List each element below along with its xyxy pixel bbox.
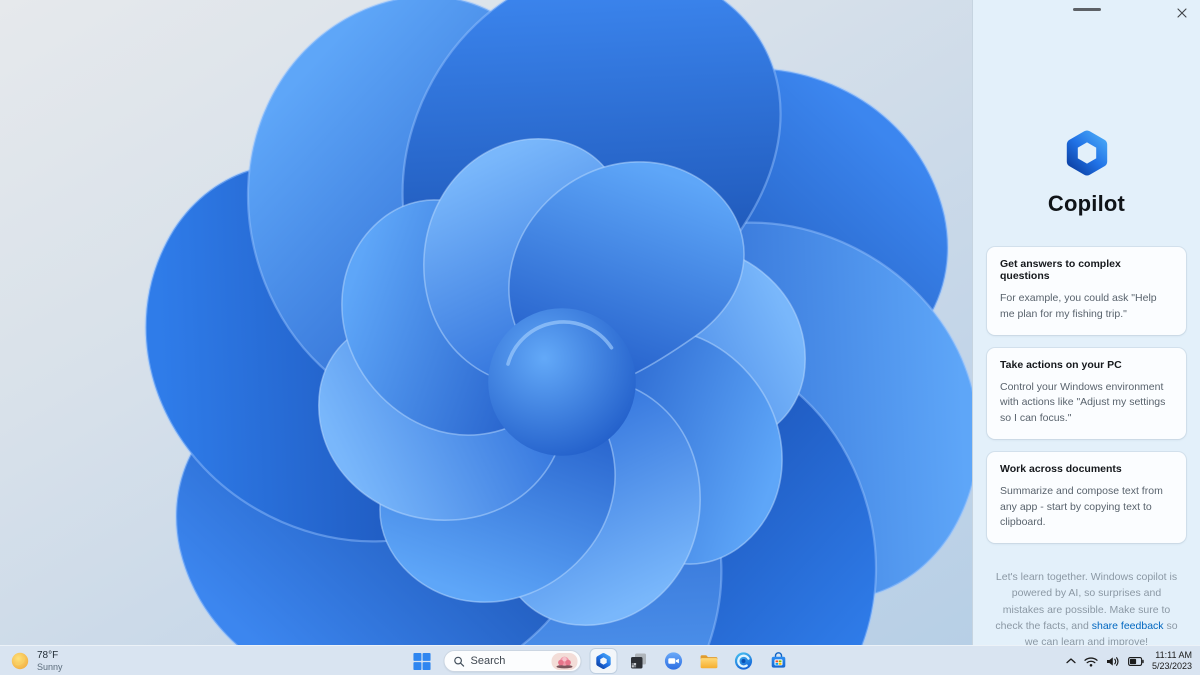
close-icon [1177, 8, 1187, 18]
file-explorer-icon [700, 654, 717, 668]
weather-condition: Sunny [37, 661, 63, 672]
search-label: Search [470, 655, 506, 667]
taskbar: 78°F Sunny Search 11:11 AM 5/23/2023 [0, 645, 1200, 675]
weather-temperature: 78°F [37, 650, 59, 662]
clock[interactable]: 11:11 AM 5/23/2023 [1152, 650, 1192, 673]
taskbar-chat-button[interactable] [661, 649, 687, 673]
taskbar-center: Search [409, 646, 792, 675]
card-body: Control your Windows environment with ac… [1000, 380, 1166, 425]
taskbar-file-explorer-button[interactable] [696, 649, 722, 673]
desktop-wallpaper [0, 0, 972, 645]
close-button[interactable] [1173, 4, 1191, 22]
chevron-up-icon [1066, 658, 1076, 664]
search-highlight-image [551, 652, 578, 670]
drag-handle[interactable] [1072, 8, 1101, 11]
panel-title: Copilot [1047, 191, 1126, 216]
start-button[interactable] [409, 649, 435, 673]
windows-logo-icon [412, 652, 431, 670]
tray-volume-button[interactable] [1106, 656, 1120, 667]
card-work-documents[interactable]: Work across documents Summarize and comp… [987, 451, 1186, 543]
copilot-panel: Copilot Get answers to complex questions… [972, 0, 1200, 675]
share-feedback-link[interactable]: share feedback [1092, 620, 1164, 632]
weather-widget[interactable]: 78°F Sunny [10, 646, 63, 675]
taskbar-copilot-button[interactable] [590, 649, 617, 673]
card-complex-questions[interactable]: Get answers to complex questions For exa… [987, 247, 1186, 335]
sun-icon [11, 652, 29, 670]
copilot-panel-header [973, 0, 1200, 26]
card-take-actions[interactable]: Take actions on your PC Control your Win… [987, 347, 1186, 439]
task-view-icon [631, 653, 646, 669]
chat-icon [664, 652, 683, 670]
weather-text: 78°F Sunny [37, 650, 63, 672]
suggestion-cards: Get answers to complex questions For exa… [973, 247, 1200, 543]
edge-icon [734, 652, 753, 670]
tray-overflow-button[interactable] [1066, 658, 1076, 664]
copilot-branding: Copilot [973, 126, 1200, 217]
card-body: Summarize and compose text from any app … [1000, 484, 1163, 529]
battery-icon [1128, 656, 1144, 666]
taskbar-store-button[interactable] [766, 649, 792, 673]
date-text: 5/23/2023 [1151, 661, 1192, 671]
card-body: For example, you could ask "Help me plan… [1000, 292, 1157, 320]
taskbar-edge-button[interactable] [731, 649, 757, 673]
microsoft-store-icon [771, 652, 786, 668]
taskbar-task-view-button[interactable] [626, 649, 652, 673]
bloom-wallpaper-art [65, 0, 972, 645]
volume-icon [1106, 656, 1119, 666]
tray-network-button[interactable] [1084, 656, 1098, 667]
tray-battery-button[interactable] [1128, 656, 1144, 666]
card-title: Get answers to complex questions [1000, 258, 1121, 282]
search-icon [454, 656, 465, 667]
system-tray: 11:11 AM 5/23/2023 [1066, 646, 1192, 675]
taskbar-search-box[interactable]: Search [443, 650, 582, 672]
card-title: Take actions on your PC [1000, 358, 1122, 371]
ai-disclaimer: Let's learn together. Windows copilot is… [973, 569, 1200, 650]
copilot-taskbar-icon [596, 653, 611, 669]
copilot-logo-icon [1066, 130, 1107, 176]
screen: Copilot Get answers to complex questions… [0, 0, 1200, 675]
time-text: 11:11 AM [1155, 649, 1192, 660]
wifi-icon [1084, 656, 1098, 667]
card-title: Work across documents [1000, 462, 1122, 475]
